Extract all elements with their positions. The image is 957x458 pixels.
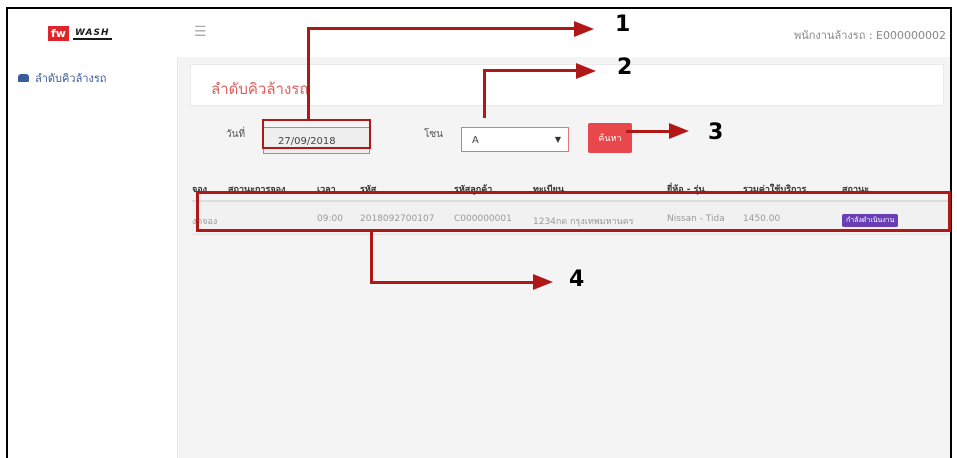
zone-select-value: A bbox=[472, 135, 479, 146]
logo-badge: fw bbox=[48, 26, 69, 41]
annotation-box-date-top bbox=[262, 119, 371, 121]
annotation-box-row-right bbox=[948, 191, 951, 232]
annotation-box-row-bottom bbox=[196, 229, 951, 232]
user-label: พนักงานล้างรถ : E000000002 bbox=[794, 29, 946, 42]
annotation-line-3 bbox=[626, 130, 671, 133]
annotation-box-date-right bbox=[369, 119, 371, 149]
cell-brand-model: Nissan - Tida bbox=[667, 214, 725, 224]
sidebar-item-label: ลำดับคิวล้างรถ bbox=[35, 72, 107, 85]
hamburger-icon[interactable]: ☰ bbox=[194, 24, 207, 40]
cell-total: 1450.00 bbox=[743, 214, 781, 224]
page-title: ลำดับคิวล้างรถ bbox=[211, 80, 309, 98]
annotation-line-2-vertical bbox=[483, 70, 486, 118]
arrow-right-icon bbox=[669, 123, 689, 139]
table-header: จอง สถานะการจอง เวลา รหัส รหัสลูกค้า ทะเ… bbox=[192, 173, 950, 202]
annotation-box-date-bottom bbox=[262, 147, 371, 149]
annotation-line-1-horizontal bbox=[307, 27, 577, 30]
chevron-down-icon: ▼ bbox=[554, 135, 561, 144]
top-bar: fw WASH ☰ พนักงานล้างรถ : E000000002 bbox=[8, 9, 950, 58]
annotation-box-row-top bbox=[196, 191, 951, 194]
annotation-line-2-horizontal bbox=[483, 69, 579, 72]
status-badge: กำลังดำเนินงาน bbox=[842, 214, 899, 227]
app-logo[interactable]: fw WASH bbox=[48, 26, 112, 41]
car-icon bbox=[18, 74, 29, 82]
annotation-number-4: 4 bbox=[569, 267, 585, 292]
annotation-box-date-left bbox=[262, 119, 264, 149]
cell-plate: 1234กด กรุงเทพมหานคร bbox=[533, 217, 634, 227]
zone-label: โซน bbox=[424, 129, 443, 140]
cell-time: 09:00 bbox=[317, 214, 343, 224]
date-label: วันที่ bbox=[226, 129, 246, 140]
cell-code: 2018092700107 bbox=[360, 214, 435, 224]
zone-select[interactable]: A ▼ bbox=[461, 127, 569, 152]
main-content: ลำดับคิวล้างรถ วันที่ 27/09/2018 โซน A ▼… bbox=[178, 57, 950, 458]
search-button[interactable]: ค้นหา bbox=[588, 123, 632, 153]
annotation-number-1: 1 bbox=[615, 12, 631, 37]
annotation-line-4-vertical bbox=[370, 231, 373, 283]
annotation-line-4-horizontal bbox=[370, 281, 536, 284]
annotation-line-1-vertical bbox=[307, 28, 310, 120]
arrow-right-icon bbox=[576, 63, 596, 79]
logo-wordmark: WASH bbox=[72, 27, 112, 40]
arrow-right-icon bbox=[533, 274, 553, 290]
annotation-number-3: 3 bbox=[708, 120, 724, 145]
app-window: fw WASH ☰ พนักงานล้างรถ : E000000002 ลำด… bbox=[6, 7, 952, 458]
sidebar: ลำดับคิวล้างรถ bbox=[8, 57, 178, 458]
annotation-number-2: 2 bbox=[617, 55, 633, 80]
arrow-right-icon bbox=[574, 21, 594, 37]
cell-customer-code: C000000001 bbox=[454, 214, 512, 224]
sidebar-item-queue[interactable]: ลำดับคิวล้างรถ bbox=[18, 69, 106, 87]
annotation-box-row-left bbox=[196, 191, 199, 232]
date-input[interactable]: 27/09/2018 bbox=[263, 127, 370, 154]
